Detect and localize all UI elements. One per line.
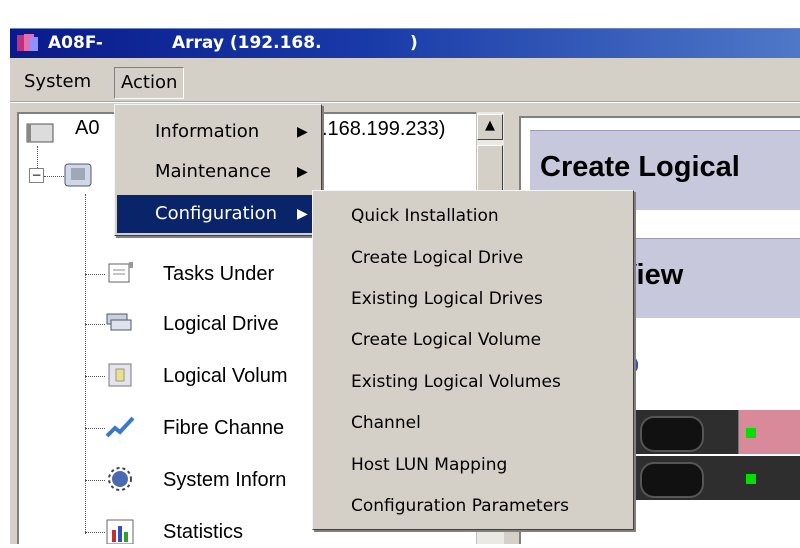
menu-item-quick-installation[interactable]: Quick Installation [315, 197, 631, 235]
window-title-close-paren: ) [410, 33, 418, 53]
controller-icon [63, 162, 93, 188]
array-icon [25, 120, 55, 146]
menu-item-create-logical-volume[interactable]: Create Logical Volume [315, 321, 631, 359]
menu-item-host-lun-mapping[interactable]: Host LUN Mapping [315, 446, 631, 484]
menu-item-channel[interactable]: Channel [315, 404, 631, 442]
system-info-icon [105, 466, 135, 492]
drive-led [746, 474, 756, 484]
menu-item-existing-logical-drives[interactable]: Existing Logical Drives [315, 280, 631, 318]
configuration-submenu: Quick Installation Create Logical Drive … [312, 190, 634, 530]
window-title-array: Array (192.168. [172, 33, 322, 53]
action-menu: Information ▶ Maintenance ▶ Configuratio… [114, 104, 322, 236]
menu-system[interactable]: System [18, 67, 97, 99]
menu-item-label: Host LUN Mapping [351, 455, 508, 475]
window-title-host: A08F- [48, 33, 103, 53]
menu-item-label: Create Logical Volume [351, 330, 542, 350]
tree-expander[interactable]: − [29, 168, 44, 183]
menu-item-label: Existing Logical Drives [351, 289, 543, 309]
tree-item-logical-volume[interactable]: Logical Volum [163, 364, 288, 388]
menu-item-label: Maintenance [155, 161, 271, 182]
submenu-arrow-icon: ▶ [297, 124, 308, 140]
logical-drive-icon [105, 310, 135, 336]
menu-item-label: Configuration [155, 203, 278, 224]
drive-slot-row [610, 410, 800, 454]
statistics-icon [105, 518, 135, 545]
tree-root-label[interactable]: A0 [75, 116, 99, 140]
menu-item-label: Create Logical Drive [351, 248, 524, 268]
fibre-channel-icon [105, 414, 135, 440]
menu-item-label: Channel [351, 413, 421, 433]
tree-item-statistics[interactable]: Statistics [163, 520, 243, 544]
tree-root-ip: .168.199.233) [322, 118, 446, 140]
drive-led [746, 428, 756, 438]
menu-action[interactable]: Action [114, 67, 185, 99]
submenu-arrow-icon: ▶ [297, 206, 308, 222]
menu-item-information[interactable]: Information ▶ [117, 113, 319, 151]
drive-slot[interactable] [640, 462, 704, 498]
drive-slot-row [610, 456, 800, 500]
tree-item-fibre-channel[interactable]: Fibre Channe [163, 416, 284, 440]
tasks-icon [105, 260, 135, 286]
drive-slot[interactable] [640, 416, 704, 452]
banner-title: Create Logical [540, 151, 740, 183]
menu-item-label: Information [155, 121, 260, 142]
tree-item-system-info[interactable]: System Inforn [163, 468, 286, 492]
submenu-arrow-icon: ▶ [297, 164, 308, 180]
menu-item-label: Existing Logical Volumes [351, 372, 561, 392]
menu-item-label: Quick Installation [351, 206, 499, 226]
menu-item-maintenance[interactable]: Maintenance ▶ [117, 153, 319, 191]
menu-item-configuration-parameters[interactable]: Configuration Parameters [315, 487, 631, 525]
menu-item-label: Configuration Parameters [351, 496, 569, 516]
menu-item-configuration[interactable]: Configuration ▶ [117, 195, 319, 233]
menu-item-existing-logical-volumes[interactable]: Existing Logical Volumes [315, 363, 631, 401]
tree-item-tasks[interactable]: Tasks Under [163, 262, 274, 286]
app-icon [16, 33, 40, 53]
scroll-up-button[interactable]: ▲ [477, 114, 503, 140]
title-bar [10, 28, 800, 58]
logical-volume-icon [105, 362, 135, 388]
menu-item-create-logical-drive[interactable]: Create Logical Drive [315, 239, 631, 277]
tree-item-logical-drive[interactable]: Logical Drive [163, 312, 279, 336]
